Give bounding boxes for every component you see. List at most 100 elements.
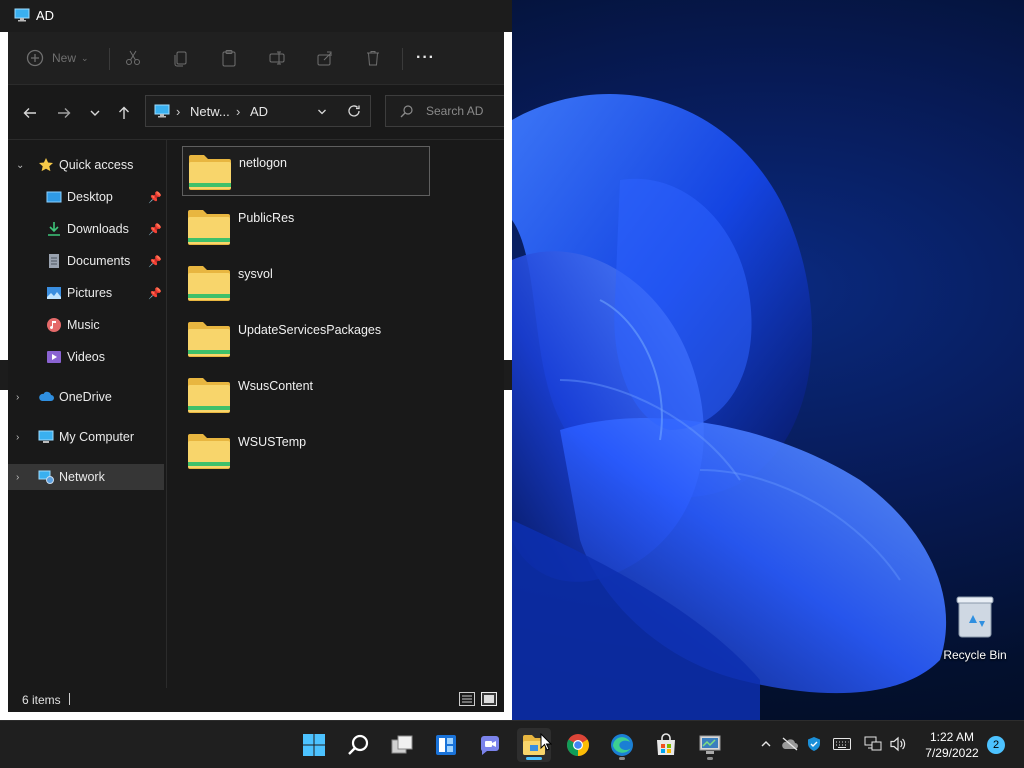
taskbar: 1:22 AM 7/29/2022 2 [0, 720, 1024, 768]
taskbar-search-button[interactable] [341, 728, 375, 762]
arrow-left-icon [23, 108, 36, 118]
chevron-right-icon[interactable]: › [16, 432, 19, 443]
up-button[interactable] [114, 103, 134, 123]
rename-button[interactable] [268, 46, 286, 70]
new-button[interactable]: New ⌄ [26, 46, 89, 70]
videos-folder-icon [47, 351, 61, 363]
widgets-button[interactable] [429, 728, 463, 762]
clock-date: 7/29/2022 [925, 746, 979, 760]
security-tray-button[interactable] [805, 735, 823, 753]
nav-quick-access-label: Quick access [59, 158, 134, 172]
network-tray-button[interactable] [864, 735, 882, 753]
show-hidden-icons-button[interactable] [757, 735, 775, 753]
pictures-folder-icon [47, 287, 61, 299]
refresh-icon[interactable] [347, 104, 361, 118]
breadcrumb-chevron-icon: › [236, 104, 241, 119]
volume-tray-button[interactable] [889, 735, 907, 753]
folder-item[interactable]: WSUSTemp [182, 426, 430, 476]
start-button[interactable] [297, 728, 331, 762]
server-manager-taskbar-button[interactable] [693, 728, 727, 762]
widgets-icon [436, 735, 456, 755]
running-indicator [619, 757, 625, 760]
shield-icon [808, 737, 820, 751]
speaker-icon [890, 736, 906, 752]
nav-item-music[interactable]: Music [8, 312, 164, 338]
chrome-taskbar-button[interactable] [561, 728, 595, 762]
breadcrumb-ad[interactable]: AD [250, 104, 268, 119]
cut-button[interactable] [124, 46, 142, 70]
delete-button[interactable] [364, 46, 382, 70]
task-view-button[interactable] [385, 728, 419, 762]
edge-taskbar-button[interactable] [605, 728, 639, 762]
nav-network[interactable]: › Network [8, 464, 164, 490]
folder-item[interactable]: netlogon [182, 146, 430, 196]
nav-item-pictures[interactable]: Pictures 📌 [8, 280, 164, 306]
address-dropdown-icon[interactable] [317, 107, 327, 117]
forward-button[interactable] [54, 103, 74, 123]
folder-item[interactable]: sysvol [182, 258, 430, 308]
search-box[interactable]: Search AD [385, 95, 504, 127]
server-manager-icon [699, 735, 721, 754]
folder-item[interactable]: WsusContent [182, 370, 430, 420]
new-plus-icon [26, 49, 44, 67]
paste-button[interactable] [220, 46, 238, 70]
see-more-button[interactable]: ··· [416, 46, 435, 70]
recycle-bin-icon [956, 596, 994, 638]
toolbar-divider [402, 48, 403, 70]
nav-item-downloads[interactable]: Downloads 📌 [8, 216, 164, 242]
touch-keyboard-button[interactable] [833, 735, 851, 753]
file-explorer-window: New ⌄ ··· › Netw... › AD Search AD ⌄ Qui… [8, 32, 504, 712]
rename-icon [269, 51, 285, 65]
folder-name: sysvol [238, 267, 273, 281]
store-icon [657, 733, 675, 755]
onedrive-tray-button[interactable] [781, 735, 799, 753]
file-list: netlogon PublicRes sysvol UpdateServices… [167, 140, 504, 688]
nav-item-label: Documents [67, 254, 131, 268]
back-button[interactable] [20, 103, 40, 123]
notification-badge[interactable]: 2 [987, 736, 1005, 754]
nav-item-desktop[interactable]: Desktop 📌 [8, 184, 164, 210]
recent-locations-button[interactable] [85, 103, 105, 123]
onedrive-offline-icon [782, 737, 798, 751]
nav-item-documents[interactable]: Documents 📌 [8, 248, 164, 274]
ethernet-icon [864, 736, 882, 751]
folder-name: WSUSTemp [238, 435, 307, 449]
search-icon [348, 734, 369, 755]
share-icon [317, 51, 332, 66]
nav-item-label: Music [67, 318, 100, 332]
folder-item[interactable]: PublicRes [182, 202, 430, 252]
folder-icon [188, 266, 230, 301]
large-icons-view-icon[interactable] [481, 692, 497, 706]
nav-onedrive[interactable]: › OneDrive [8, 384, 164, 410]
chat-button[interactable] [473, 728, 507, 762]
recycle-bin-label: Recycle Bin [943, 648, 1007, 662]
recycle-bin-shortcut[interactable]: Recycle Bin [940, 595, 1010, 662]
active-indicator [526, 757, 542, 760]
nav-quick-access[interactable]: ⌄ Quick access [8, 152, 164, 178]
nav-item-videos[interactable]: Videos [8, 344, 164, 370]
breadcrumb-chevron-icon: › [176, 104, 181, 119]
breadcrumb-network[interactable]: Netw... [190, 104, 230, 119]
chevron-up-icon [761, 741, 771, 747]
keyboard-icon [833, 738, 851, 750]
folder-name: netlogon [239, 156, 287, 170]
folder-icon [188, 434, 230, 469]
address-bar[interactable]: › Netw... › AD [145, 95, 371, 127]
music-folder-icon [47, 318, 61, 332]
copy-button[interactable] [172, 46, 190, 70]
window-frame-bottom [0, 712, 512, 720]
window-titlebar[interactable]: AD [0, 0, 512, 32]
store-taskbar-button[interactable] [649, 728, 683, 762]
chevron-right-icon[interactable]: › [16, 392, 19, 403]
window-frame-strip-left [0, 360, 8, 390]
windows-logo-icon [303, 734, 325, 756]
chevron-right-icon[interactable]: › [16, 472, 19, 483]
chevron-expanded-icon[interactable]: ⌄ [16, 160, 24, 171]
folder-item[interactable]: UpdateServicesPackages [182, 314, 430, 364]
details-view-icon[interactable] [459, 692, 475, 706]
nav-item-label: Desktop [67, 190, 113, 204]
share-button[interactable] [316, 46, 334, 70]
star-icon [39, 158, 53, 172]
taskbar-clock[interactable]: 1:22 AM 7/29/2022 [912, 729, 992, 761]
nav-my-computer[interactable]: › My Computer [8, 424, 164, 450]
